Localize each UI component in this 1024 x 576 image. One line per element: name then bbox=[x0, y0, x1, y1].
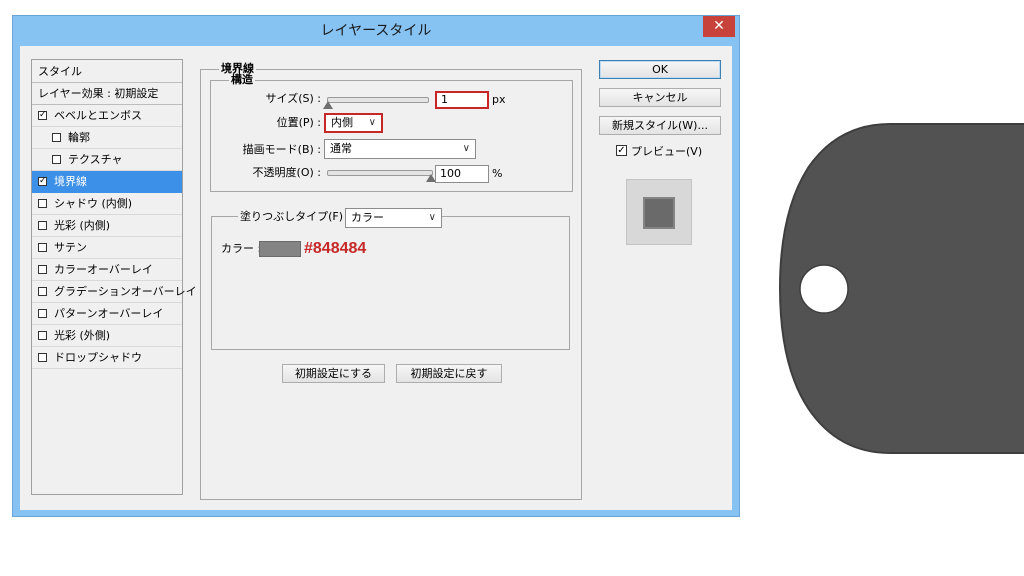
checkbox-icon[interactable] bbox=[38, 199, 47, 208]
reset-default-button[interactable]: 初期設定に戻す bbox=[396, 364, 502, 383]
dialog-title: レイヤースタイル bbox=[320, 23, 432, 39]
checkbox-icon[interactable] bbox=[38, 287, 47, 296]
preview-thumbnail bbox=[626, 179, 692, 245]
style-list-item[interactable]: パターンオーバーレイ bbox=[32, 303, 182, 325]
color-swatch[interactable] bbox=[259, 241, 301, 257]
style-list-item[interactable]: カラーオーバーレイ bbox=[32, 259, 182, 281]
style-list-item[interactable]: ✓ ベベルとエンボス bbox=[32, 105, 182, 127]
tag-hole bbox=[799, 264, 849, 314]
close-icon: ✕ bbox=[713, 18, 725, 34]
style-list: スタイル レイヤー効果 : 初期設定 ✓ ベベルとエンボス輪郭テクスチャ ✓ 境界線シ… bbox=[31, 59, 197, 495]
checkbox-icon[interactable]: ✓ bbox=[38, 111, 47, 120]
style-list-item-label: 光彩 (内側) bbox=[54, 219, 111, 232]
chevron-down-icon: ∨ bbox=[462, 143, 470, 154]
style-list-blend-defaults[interactable]: レイヤー効果 : 初期設定 bbox=[32, 83, 182, 105]
fill-type-label: 塗りつぶしタイプ(F) : bbox=[238, 210, 353, 223]
new-style-button[interactable]: 新規スタイル(W)... bbox=[599, 116, 721, 135]
style-list-item-label: カラーオーバーレイ bbox=[54, 263, 153, 276]
style-list-item-label: テクスチャ bbox=[68, 153, 123, 166]
chevron-down-icon: ∨ bbox=[368, 117, 376, 128]
style-list-item-label: グラデーションオーバーレイ bbox=[54, 285, 197, 298]
size-unit: px bbox=[492, 93, 506, 106]
checkbox-icon[interactable] bbox=[38, 243, 47, 252]
style-list-item[interactable]: シャドウ (内側) bbox=[32, 193, 182, 215]
checkbox-icon[interactable] bbox=[38, 221, 47, 230]
opacity-label: 不透明度(O) : bbox=[252, 166, 321, 179]
size-input[interactable]: 1 bbox=[435, 91, 489, 109]
preview-swatch bbox=[643, 197, 675, 229]
style-list-item-label: 輪郭 bbox=[68, 131, 90, 144]
chevron-down-icon: ∨ bbox=[428, 212, 436, 223]
blend-mode-label: 描画モード(B) : bbox=[242, 143, 321, 156]
style-list-item-label: ドロップシャドウ bbox=[54, 351, 142, 364]
style-list-item[interactable]: 光彩 (外側) bbox=[32, 325, 182, 347]
opacity-slider[interactable] bbox=[327, 170, 433, 176]
checkbox-icon[interactable] bbox=[52, 155, 61, 164]
layer-style-dialog: レイヤースタイル ✕ スタイル レイヤー効果 : 初期設定 ✓ ベベルとエンボス輪… bbox=[12, 15, 740, 517]
ok-button[interactable]: OK bbox=[599, 60, 721, 79]
fill-type-group: 塗りつぶしタイプ(F) : カラー ∨ カラー : #848484 bbox=[211, 208, 570, 350]
checkbox-icon[interactable] bbox=[38, 265, 47, 274]
size-slider-thumb[interactable] bbox=[323, 101, 333, 109]
style-list-item[interactable]: ✓ 境界線 bbox=[32, 171, 182, 193]
checkbox-icon[interactable] bbox=[38, 353, 47, 362]
checkbox-icon[interactable] bbox=[38, 309, 47, 318]
style-list-item-label: パターンオーバーレイ bbox=[54, 307, 164, 320]
color-hex-annotation: #848484 bbox=[304, 240, 367, 257]
style-list-item[interactable]: テクスチャ bbox=[32, 149, 182, 171]
checkbox-icon[interactable] bbox=[38, 331, 47, 340]
opacity-input[interactable]: 100 bbox=[435, 165, 489, 183]
checkbox-icon[interactable] bbox=[52, 133, 61, 142]
structure-title: 構造 bbox=[229, 73, 255, 86]
style-list-item-label: 境界線 bbox=[54, 175, 87, 188]
position-select[interactable]: 内側 ∨ bbox=[324, 113, 383, 133]
style-list-header[interactable]: スタイル bbox=[32, 60, 182, 83]
style-list-item-label: ベベルとエンボス bbox=[54, 109, 142, 122]
make-default-button[interactable]: 初期設定にする bbox=[282, 364, 385, 383]
style-list-item[interactable]: ドロップシャドウ bbox=[32, 347, 182, 369]
blend-mode-select[interactable]: 通常 ∨ bbox=[324, 139, 476, 159]
style-list-item-label: 光彩 (外側) bbox=[54, 329, 111, 342]
checkbox-icon[interactable]: ✓ bbox=[616, 145, 627, 156]
structure-group: 構造 サイズ(S) : 1 px 位置(P) : 内側 ∨ 描画モード(B) :… bbox=[210, 74, 573, 192]
size-slider[interactable] bbox=[327, 97, 429, 103]
stroke-group: 境界線 構造 サイズ(S) : 1 px 位置(P) : 内側 ∨ 描画モード(… bbox=[200, 63, 582, 500]
opacity-unit: % bbox=[492, 167, 503, 180]
style-list-item[interactable]: 輪郭 bbox=[32, 127, 182, 149]
checkbox-icon[interactable]: ✓ bbox=[38, 177, 47, 186]
cancel-button[interactable]: キャンセル bbox=[599, 88, 721, 107]
style-list-item-label: シャドウ (内側) bbox=[54, 197, 133, 210]
style-list-item[interactable]: 光彩 (内側) bbox=[32, 215, 182, 237]
preview-label: プレビュー(V) bbox=[631, 145, 703, 158]
title-bar[interactable]: レイヤースタイル ✕ bbox=[13, 16, 739, 46]
position-label: 位置(P) : bbox=[276, 116, 321, 129]
size-label: サイズ(S) : bbox=[265, 92, 321, 105]
style-list-item[interactable]: サテン bbox=[32, 237, 182, 259]
color-label: カラー : bbox=[221, 242, 262, 255]
fill-type-select[interactable]: カラー ∨ bbox=[345, 208, 442, 228]
style-list-item-label: サテン bbox=[54, 241, 87, 254]
style-list-item[interactable]: グラデーションオーバーレイ bbox=[32, 281, 197, 303]
dialog-client-area: スタイル レイヤー効果 : 初期設定 ✓ ベベルとエンボス輪郭テクスチャ ✓ 境界線シ… bbox=[20, 46, 732, 510]
preview-checkbox-row[interactable]: ✓ プレビュー(V) bbox=[614, 142, 724, 158]
close-button[interactable]: ✕ bbox=[703, 16, 735, 37]
